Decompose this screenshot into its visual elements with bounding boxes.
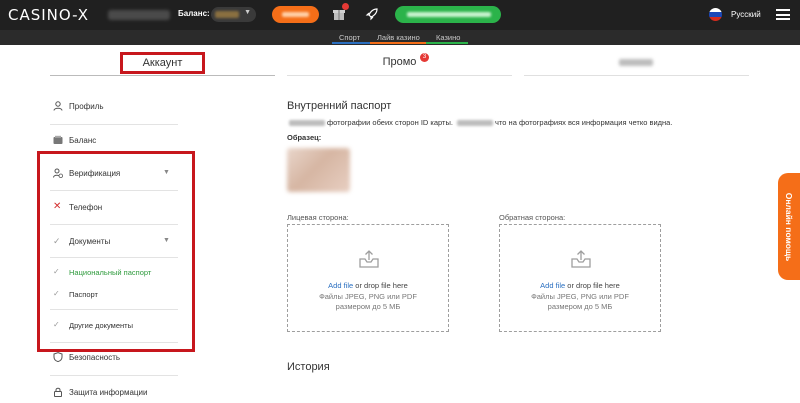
- notification-badge: [342, 3, 349, 10]
- add-file-link[interactable]: Add file: [328, 281, 353, 290]
- sidebar-item-label: Профиль: [69, 102, 104, 111]
- chevron-down-icon: ▼: [244, 9, 251, 16]
- nav-sport[interactable]: Спорт: [339, 33, 360, 42]
- drop-text: or drop file here: [353, 281, 408, 290]
- desc-text-2: что на фотографиях вся информация четко …: [495, 118, 673, 127]
- balance-value-blurred: [215, 11, 239, 18]
- tab-cashier-label-blurred: [619, 59, 653, 66]
- front-side-dropzone[interactable]: Add file or drop file here Файлы JPEG, P…: [287, 224, 449, 332]
- dropzone-prompt: Add file or drop file here: [288, 281, 448, 290]
- drop-text: or drop file here: [565, 281, 620, 290]
- blurred-text: [457, 120, 494, 127]
- user-icon: [53, 101, 63, 111]
- nav-casino[interactable]: Казино: [436, 33, 460, 42]
- blurred-text: [289, 120, 325, 127]
- balance-dropdown[interactable]: ▼: [211, 7, 256, 22]
- lock-icon: [54, 387, 62, 397]
- rocket-icon[interactable]: [365, 7, 379, 21]
- promo-badge: 3: [420, 53, 429, 62]
- tab-cashier[interactable]: [524, 50, 749, 76]
- upload-tray-icon: [571, 250, 591, 268]
- wallet-icon: [53, 135, 63, 144]
- dropzone-formats: Файлы JPEG, PNG или PDF: [531, 292, 629, 301]
- tab-promo[interactable]: Промо 3: [287, 50, 512, 76]
- logo[interactable]: CASINO-X: [8, 6, 89, 24]
- language-selector[interactable]: Русский: [731, 10, 761, 19]
- upload-instructions: фотографии обеих сторон ID карты. что на…: [287, 118, 672, 127]
- nav-sport-underline: [332, 42, 370, 44]
- bonus-button[interactable]: [395, 6, 501, 23]
- shield-icon: [53, 352, 63, 362]
- sample-label: Образец:: [287, 133, 322, 142]
- sidebar-item-label: Безопасность: [69, 353, 121, 362]
- online-help-button[interactable]: Онлайн помощь: [778, 173, 800, 280]
- highlight-box-sidebar: [37, 151, 195, 352]
- username-blurred: [108, 10, 170, 20]
- russia-flag-icon[interactable]: [709, 8, 722, 21]
- dropzone-size: размером до 5 МБ: [547, 302, 613, 311]
- balance-label: Баланс:: [178, 9, 210, 18]
- page-title: Внутренний паспорт: [287, 100, 392, 112]
- dropzone-prompt: Add file or drop file here: [500, 281, 660, 290]
- nav-casino-underline: [426, 42, 468, 44]
- dropzone-formats: Файлы JPEG, PNG или PDF: [319, 292, 417, 301]
- back-side-dropzone[interactable]: Add file or drop file here Файлы JPEG, P…: [499, 224, 661, 332]
- top-header: CASINO-X Баланс: ▼ Русский: [0, 0, 800, 30]
- nav-live-casino[interactable]: Лайв казино: [377, 33, 420, 42]
- desc-text-1: фотографии обеих сторон ID карты.: [327, 118, 453, 127]
- tab-promo-label: Промо: [382, 56, 417, 68]
- category-nav: Спорт Лайв казино Казино: [0, 30, 800, 45]
- history-heading: История: [287, 361, 330, 373]
- add-file-link[interactable]: Add file: [540, 281, 565, 290]
- menu-icon[interactable]: [776, 9, 790, 20]
- front-side-label: Лицевая сторона:: [287, 213, 349, 222]
- sidebar-item-label: Баланс: [69, 136, 97, 145]
- deposit-button[interactable]: [272, 6, 319, 23]
- upload-tray-icon: [359, 250, 379, 268]
- tab-account[interactable]: Аккаунт: [50, 50, 275, 76]
- bonus-label-blurred: [407, 12, 491, 17]
- nav-live-casino-underline: [370, 42, 426, 44]
- sidebar-item-label: Защита информации: [69, 388, 148, 397]
- deposit-label-blurred: [282, 12, 309, 17]
- sample-image: [287, 148, 350, 192]
- online-help-label: Онлайн помощь: [784, 192, 794, 261]
- dropzone-size: размером до 5 МБ: [335, 302, 401, 311]
- back-side-label: Обратная сторона:: [499, 213, 566, 222]
- tab-account-label: Аккаунт: [119, 52, 206, 74]
- divider: [50, 375, 178, 376]
- divider: [50, 124, 178, 125]
